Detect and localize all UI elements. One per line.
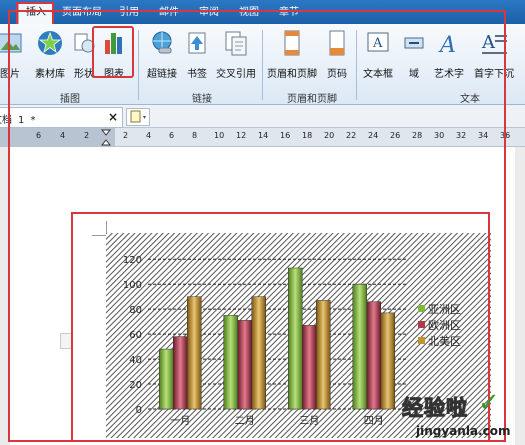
watermark-check-icon: ✓ [478, 388, 500, 418]
watermark-text: 经验啦 [402, 396, 468, 421]
watermark-url: jingyanla.com [416, 424, 511, 438]
